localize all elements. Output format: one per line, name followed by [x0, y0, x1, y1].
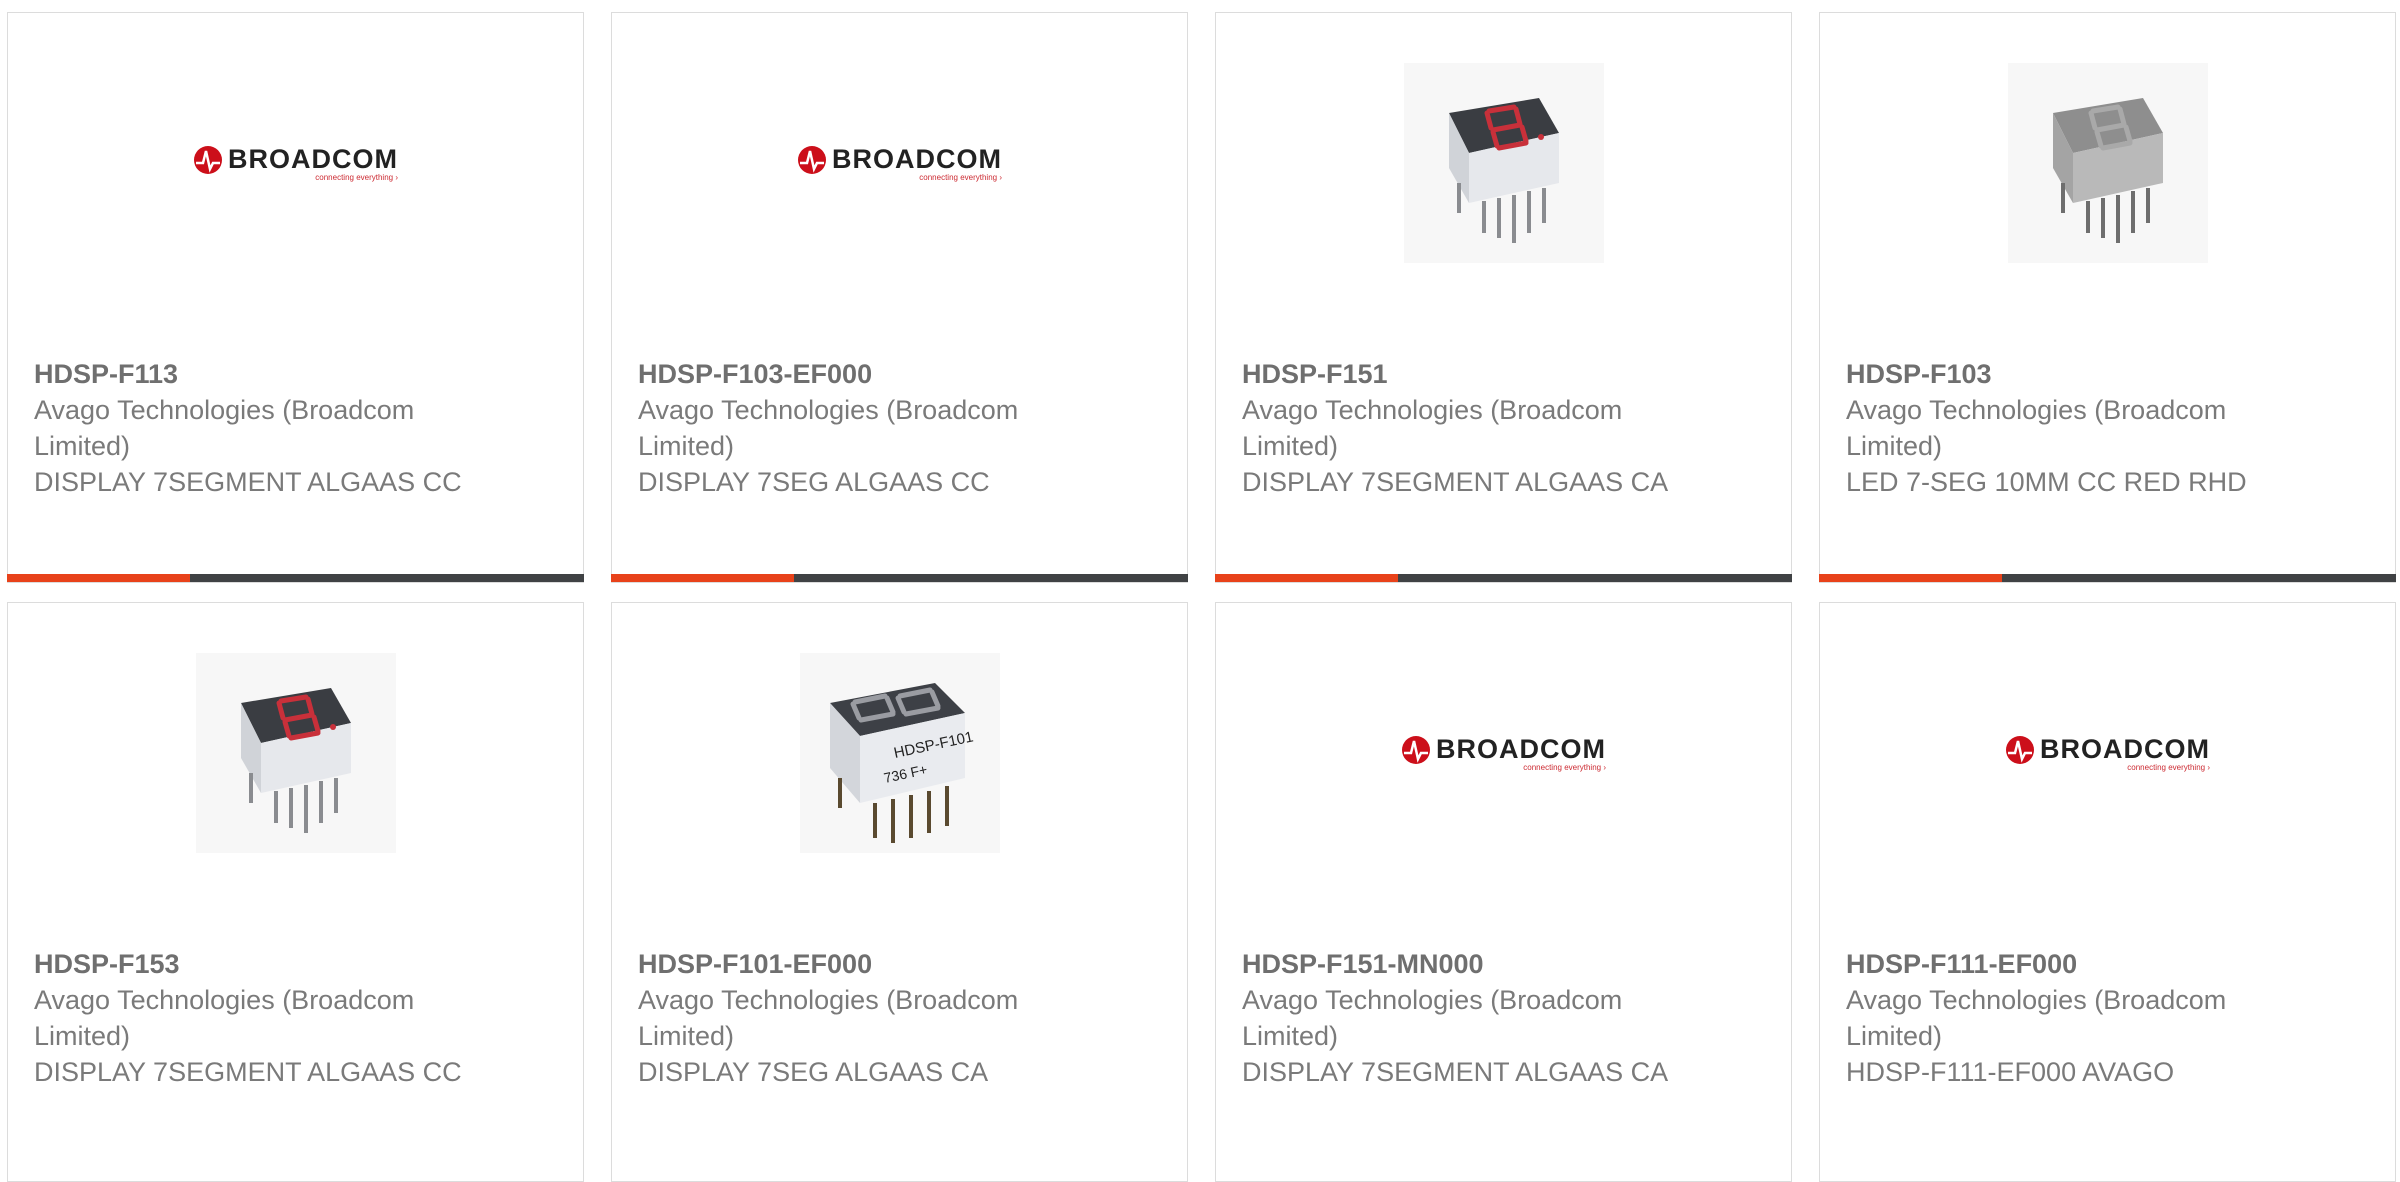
- product-image[interactable]: BROADCOM connecting everything ›: [1216, 653, 1791, 853]
- part-number[interactable]: HDSP-F153: [34, 946, 474, 982]
- product-card[interactable]: BROADCOM connecting everything › HDSP-F1…: [611, 12, 1188, 583]
- card-accent-bar: [7, 574, 584, 582]
- broadcom-pulse-icon: [194, 145, 222, 174]
- product-image[interactable]: BROADCOM connecting everything ›: [1820, 653, 2395, 853]
- product-card[interactable]: BROADCOM connecting everything › HDSP-F1…: [1819, 602, 2396, 1182]
- part-number[interactable]: HDSP-F151-MN000: [1242, 946, 1682, 982]
- product-card[interactable]: HDSP-F151 Avago Technologies (Broadcom L…: [1215, 12, 1792, 583]
- part-number[interactable]: HDSP-F101-EF000: [638, 946, 1078, 982]
- product-image[interactable]: [1216, 63, 1791, 263]
- logo-wordmark: BROADCOM: [1436, 734, 1606, 764]
- logo-tagline: connecting everything ›: [2127, 763, 2210, 772]
- broadcom-logo: BROADCOM connecting everything ›: [797, 144, 1002, 182]
- broadcom-pulse-icon: [798, 145, 826, 174]
- manufacturer: Avago Technologies (Broadcom Limited): [1242, 395, 1623, 461]
- product-card[interactable]: HDSP-F153 Avago Technologies (Broadcom L…: [7, 602, 584, 1182]
- logo-tagline: connecting everything ›: [1523, 763, 1606, 772]
- part-number[interactable]: HDSP-F103: [1846, 356, 2286, 392]
- logo-wordmark: BROADCOM: [228, 144, 398, 174]
- manufacturer: Avago Technologies (Broadcom Limited): [1846, 985, 2227, 1051]
- product-card[interactable]: BROADCOM connecting everything › HDSP-F1…: [7, 12, 584, 583]
- card-accent-bar: [611, 574, 1188, 582]
- manufacturer: Avago Technologies (Broadcom Limited): [1846, 395, 2227, 461]
- manufacturer: Avago Technologies (Broadcom Limited): [638, 985, 1019, 1051]
- description: DISPLAY 7SEGMENT ALGAAS CA: [1242, 467, 1669, 497]
- broadcom-logo: BROADCOM connecting everything ›: [193, 144, 398, 182]
- card-accent-bar: [1215, 574, 1792, 582]
- led-display-photo: [195, 653, 396, 853]
- description: DISPLAY 7SEG ALGAAS CA: [638, 1057, 989, 1087]
- card-accent-bar: [1819, 574, 2396, 582]
- led-display-photo: HDSP-F101 736 F+: [799, 653, 1000, 853]
- logo-tagline: connecting everything ›: [315, 173, 398, 182]
- description: DISPLAY 7SEGMENT ALGAAS CA: [1242, 1057, 1669, 1087]
- part-number[interactable]: HDSP-F103-EF000: [638, 356, 1078, 392]
- logo-wordmark: BROADCOM: [832, 144, 1002, 174]
- led-display-photo: [2007, 63, 2208, 263]
- product-image[interactable]: HDSP-F101 736 F+: [612, 653, 1187, 853]
- broadcom-pulse-icon: [2006, 735, 2034, 764]
- product-image[interactable]: [8, 653, 583, 853]
- broadcom-logo: BROADCOM connecting everything ›: [2005, 734, 2210, 772]
- description: DISPLAY 7SEGMENT ALGAAS CC: [34, 467, 462, 497]
- description: DISPLAY 7SEGMENT ALGAAS CC: [34, 1057, 462, 1087]
- manufacturer: Avago Technologies (Broadcom Limited): [34, 985, 415, 1051]
- description: DISPLAY 7SEG ALGAAS CC: [638, 467, 990, 497]
- product-grid: BROADCOM connecting everything › HDSP-F1…: [0, 0, 2400, 1182]
- description: LED 7-SEG 10MM CC RED RHD: [1846, 467, 2247, 497]
- broadcom-pulse-icon: [1402, 735, 1430, 764]
- product-card[interactable]: HDSP-F103 Avago Technologies (Broadcom L…: [1819, 12, 2396, 583]
- broadcom-logo: BROADCOM connecting everything ›: [1401, 734, 1606, 772]
- product-image[interactable]: BROADCOM connecting everything ›: [612, 63, 1187, 263]
- logo-wordmark: BROADCOM: [2040, 734, 2210, 764]
- product-image[interactable]: BROADCOM connecting everything ›: [8, 63, 583, 263]
- manufacturer: Avago Technologies (Broadcom Limited): [1242, 985, 1623, 1051]
- product-card[interactable]: HDSP-F101 736 F+ HDSP-F101-EF000 Avago T…: [611, 602, 1188, 1182]
- product-image[interactable]: [1820, 63, 2395, 263]
- part-number[interactable]: HDSP-F113: [34, 356, 474, 392]
- part-number[interactable]: HDSP-F111-EF000: [1846, 946, 2286, 982]
- part-number[interactable]: HDSP-F151: [1242, 356, 1682, 392]
- led-display-photo: [1403, 63, 1604, 263]
- description: HDSP-F111-EF000 AVAGO: [1846, 1057, 2175, 1087]
- logo-tagline: connecting everything ›: [919, 173, 1002, 182]
- manufacturer: Avago Technologies (Broadcom Limited): [638, 395, 1019, 461]
- product-card[interactable]: BROADCOM connecting everything › HDSP-F1…: [1215, 602, 1792, 1182]
- manufacturer: Avago Technologies (Broadcom Limited): [34, 395, 415, 461]
